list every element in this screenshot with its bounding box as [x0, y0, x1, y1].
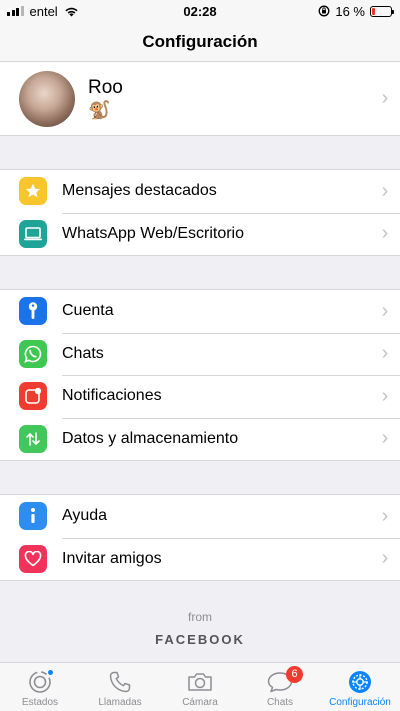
status-bar: entel 02:28 16 %: [0, 0, 400, 22]
profile-name: Roo: [88, 76, 123, 98]
chevron-right-icon: ›: [381, 384, 389, 407]
row-account[interactable]: Cuenta ›: [0, 290, 400, 333]
info-icon: [19, 502, 47, 531]
row-label: Datos y almacenamiento: [62, 429, 239, 447]
chevron-right-icon: ›: [381, 547, 389, 570]
row-label: Ayuda: [62, 507, 108, 525]
tab-calls[interactable]: Llamadas: [80, 663, 160, 711]
notification-icon: [19, 382, 47, 411]
chevron-right-icon: ›: [381, 87, 389, 109]
chevron-right-icon: ›: [381, 179, 389, 202]
arrows-icon: [19, 424, 47, 453]
battery-info: 16 %: [318, 3, 394, 19]
gear-icon: [346, 669, 374, 695]
row-chats[interactable]: Chats ›: [0, 332, 400, 376]
unread-badge: 6: [286, 666, 303, 683]
settings-group-help: Ayuda › Invitar amigos ›: [0, 494, 400, 581]
settings-group-main: Cuenta › Chats › Notificaciones › Datos …: [0, 289, 400, 461]
row-label: Cuenta: [62, 302, 114, 320]
status-icon: [26, 669, 54, 695]
row-label: WhatsApp Web/Escritorio: [62, 224, 244, 242]
rotation-lock-icon: [318, 5, 330, 17]
footer-brand: FACEBOOK: [155, 632, 245, 647]
row-whatsapp-web[interactable]: WhatsApp Web/Escritorio ›: [0, 212, 400, 256]
row-label: Notificaciones: [62, 387, 162, 405]
avatar: [19, 70, 75, 127]
tab-bar: Estados Llamadas Cámara 6 Chats Configur…: [0, 662, 400, 711]
row-starred-messages[interactable]: Mensajes destacados ›: [0, 170, 400, 213]
chevron-right-icon: ›: [381, 342, 389, 365]
phone-icon: [106, 669, 134, 695]
camera-icon: [186, 669, 214, 695]
row-invite-friends[interactable]: Invitar amigos ›: [0, 537, 400, 581]
page-title: Configuración: [142, 31, 258, 51]
carrier-label: entel: [29, 3, 58, 19]
star-icon: [19, 177, 47, 206]
status-dot: [47, 669, 54, 676]
tab-label: Estados: [21, 697, 59, 708]
signal-icon: [7, 6, 24, 16]
row-notifications[interactable]: Notificaciones ›: [0, 375, 400, 418]
heart-icon: [19, 544, 47, 573]
tab-label: Configuración: [329, 697, 391, 708]
profile-info: Roo 🐒: [88, 77, 370, 121]
chevron-right-icon: ›: [381, 222, 389, 245]
battery-level: [372, 7, 375, 15]
tab-settings[interactable]: Configuración: [320, 663, 400, 711]
row-help[interactable]: Ayuda ›: [0, 495, 400, 538]
wifi-icon: [65, 7, 78, 16]
footer-from: from: [188, 610, 212, 624]
row-label: Mensajes destacados: [62, 182, 217, 200]
tab-camera[interactable]: Cámara: [160, 663, 240, 711]
footer: from FACEBOOK: [0, 610, 400, 647]
battery-icon: [370, 5, 394, 17]
key-icon: [19, 297, 47, 326]
profile-status: 🐒: [88, 99, 111, 120]
chevron-right-icon: ›: [381, 299, 389, 322]
row-label: Invitar amigos: [62, 549, 162, 567]
battery-percent: 16 %: [335, 3, 365, 19]
tab-label: Cámara: [182, 697, 218, 708]
navigation-bar: Configuración: [0, 22, 400, 62]
chevron-right-icon: ›: [381, 427, 389, 450]
chat-bubble-icon: 6: [266, 666, 303, 695]
tab-chats[interactable]: 6 Chats: [240, 663, 320, 711]
tab-label: Chats: [266, 697, 294, 708]
settings-group-starred: Mensajes destacados › WhatsApp Web/Escri…: [0, 169, 400, 256]
laptop-icon: [19, 219, 47, 248]
carrier-info: entel: [7, 4, 79, 19]
chevron-right-icon: ›: [381, 504, 389, 527]
row-data-storage[interactable]: Datos y almacenamiento ›: [0, 417, 400, 461]
whatsapp-icon: [19, 339, 47, 368]
tab-label: Llamadas: [98, 697, 142, 708]
row-label: Chats: [62, 344, 104, 362]
tab-status[interactable]: Estados: [0, 663, 80, 711]
profile-row[interactable]: Roo 🐒 ›: [0, 62, 400, 136]
